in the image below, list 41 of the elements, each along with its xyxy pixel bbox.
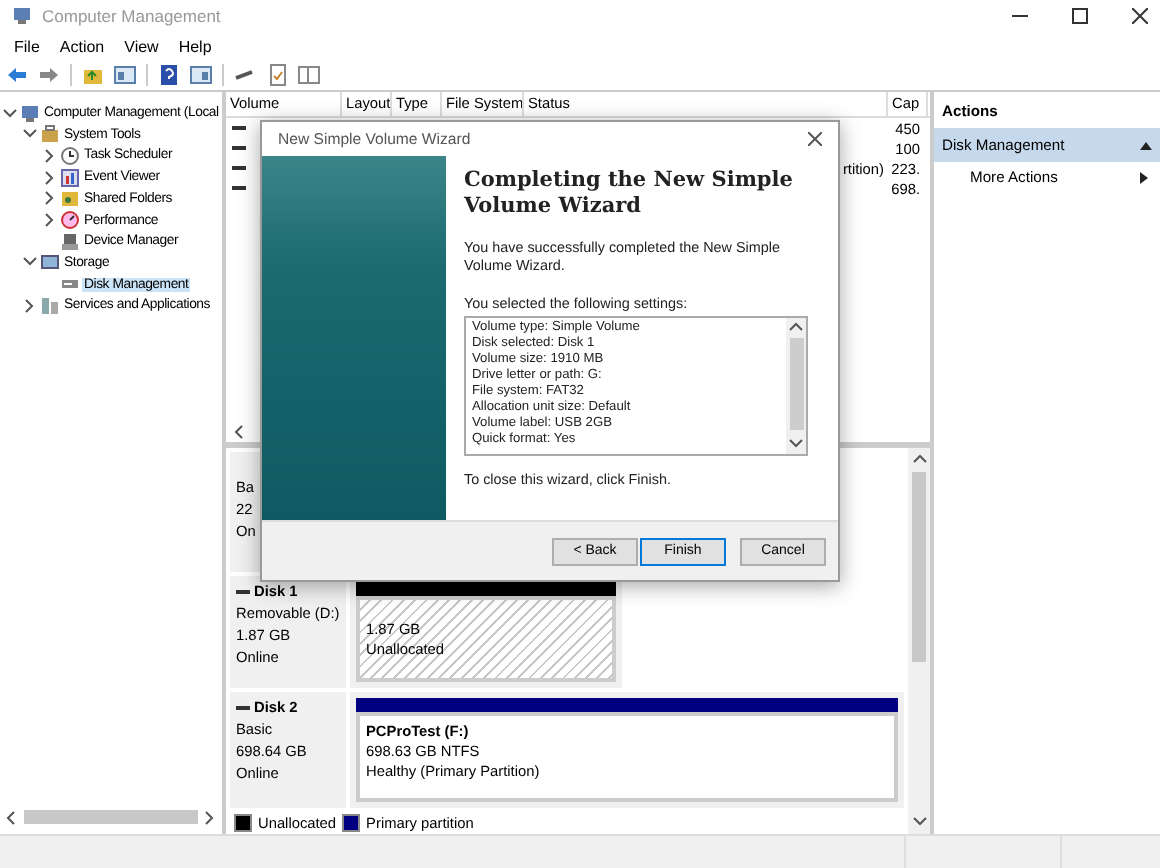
menu-item[interactable]: View — [116, 37, 167, 56]
window-icon[interactable] — [298, 63, 320, 86]
scroll-down-icon[interactable] — [911, 814, 927, 831]
forward-arrow-icon[interactable] — [38, 63, 60, 86]
shared-folder-icon — [60, 188, 80, 209]
event-log-icon — [60, 167, 80, 188]
submenu-arrow-icon — [1140, 171, 1148, 184]
volume-icon — [232, 146, 246, 151]
scrollbar-thumb[interactable] — [24, 810, 198, 825]
volume-icon — [232, 126, 246, 131]
window-title: Computer Management — [42, 6, 221, 27]
scroll-down-icon[interactable] — [788, 436, 804, 452]
wizard-heading: Completing the New Simple Volume Wizard — [464, 168, 795, 218]
scroll-right-icon[interactable] — [202, 809, 218, 826]
panel-icon[interactable] — [190, 63, 212, 86]
computer-icon — [20, 103, 40, 124]
storage-icon — [40, 252, 60, 273]
menu-item[interactable]: Help — [170, 37, 220, 56]
close-icon[interactable] — [808, 132, 822, 146]
scroll-left-icon[interactable] — [232, 423, 248, 440]
back-arrow-icon[interactable] — [6, 63, 28, 86]
close-icon[interactable] — [1132, 8, 1148, 25]
scrollbar-thumb[interactable] — [789, 338, 803, 430]
help-icon[interactable] — [158, 63, 180, 86]
toolbox-icon — [40, 124, 60, 145]
gauge-icon — [60, 210, 80, 231]
clock-icon — [60, 145, 80, 166]
volume-icon — [232, 186, 246, 191]
collapse-arrow-icon[interactable] — [1140, 141, 1152, 150]
panel-icon[interactable] — [114, 63, 136, 86]
scroll-left-icon[interactable] — [4, 809, 20, 826]
document-check-icon[interactable] — [266, 63, 288, 86]
scrollbar-thumb[interactable] — [912, 472, 926, 663]
scroll-up-icon[interactable] — [788, 320, 804, 336]
menu-item[interactable]: File — [6, 37, 48, 56]
device-icon — [60, 231, 80, 252]
computer-icon — [12, 6, 32, 27]
volume-icon — [232, 166, 246, 171]
services-icon — [40, 295, 60, 316]
maximize-icon[interactable] — [1072, 8, 1088, 25]
menu-item[interactable]: Action — [51, 37, 113, 56]
